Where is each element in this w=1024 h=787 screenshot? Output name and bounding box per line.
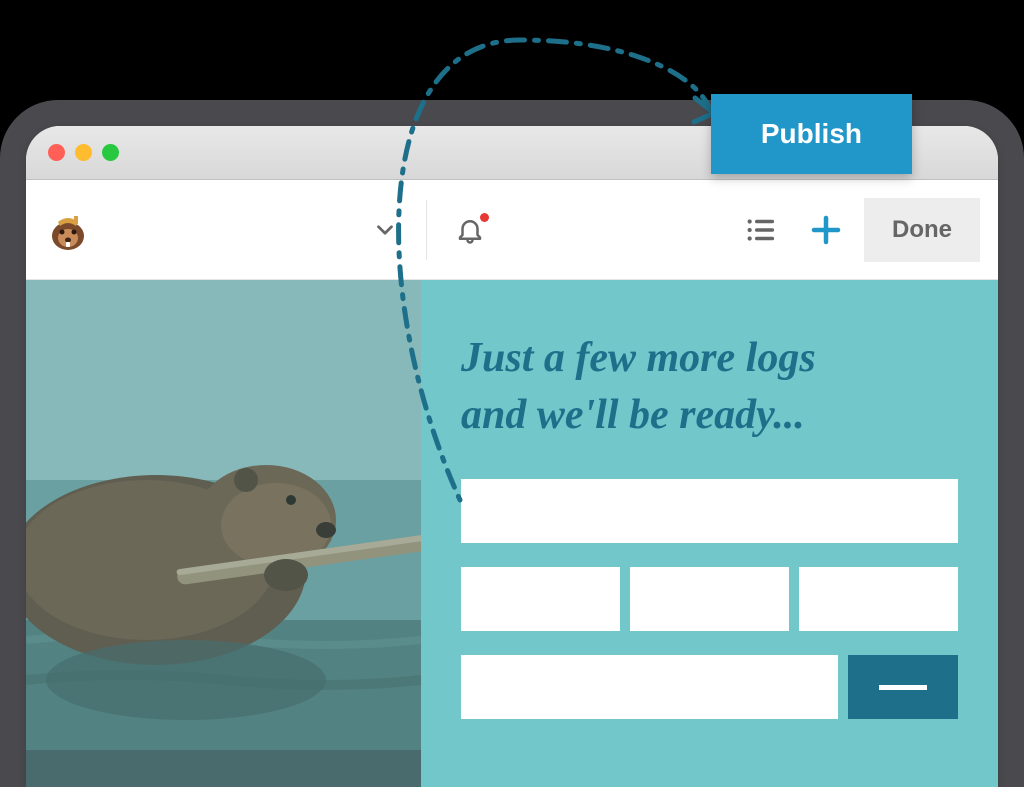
notifications-button[interactable] [455, 215, 485, 245]
minimize-window-button[interactable] [75, 144, 92, 161]
outline-list-button[interactable] [744, 213, 778, 247]
app-toolbar: Done [26, 180, 998, 280]
form-row-2 [461, 567, 958, 631]
form-row-3 [461, 655, 958, 719]
chevron-down-icon[interactable] [372, 217, 398, 243]
headline-line-1: Just a few more logs [461, 330, 958, 387]
publish-label: Publish [761, 118, 862, 149]
publish-button[interactable]: Publish [711, 94, 912, 174]
text-input[interactable] [461, 567, 620, 631]
add-button[interactable] [808, 212, 844, 248]
browser-window: Done [26, 126, 998, 787]
form-row-1 [461, 479, 958, 543]
toolbar-divider [426, 200, 427, 260]
text-input[interactable] [461, 655, 838, 719]
submit-button[interactable] [848, 655, 958, 719]
beaver-logo[interactable] [44, 206, 92, 254]
hero-image [26, 280, 421, 787]
maximize-window-button[interactable] [102, 144, 119, 161]
done-label: Done [892, 216, 952, 243]
headline-line-2: and we'll be ready... [461, 387, 958, 444]
text-input[interactable] [799, 567, 958, 631]
device-frame: Done [0, 100, 1024, 787]
text-input[interactable] [461, 479, 958, 543]
done-button[interactable]: Done [864, 198, 980, 262]
hero-text-panel: Just a few more logs and we'll be ready.… [421, 280, 998, 787]
close-window-button[interactable] [48, 144, 65, 161]
notification-badge [480, 213, 489, 222]
text-input[interactable] [630, 567, 789, 631]
hero-headline: Just a few more logs and we'll be ready.… [461, 330, 958, 443]
submit-icon [879, 685, 927, 690]
page-content: Just a few more logs and we'll be ready.… [26, 280, 998, 787]
